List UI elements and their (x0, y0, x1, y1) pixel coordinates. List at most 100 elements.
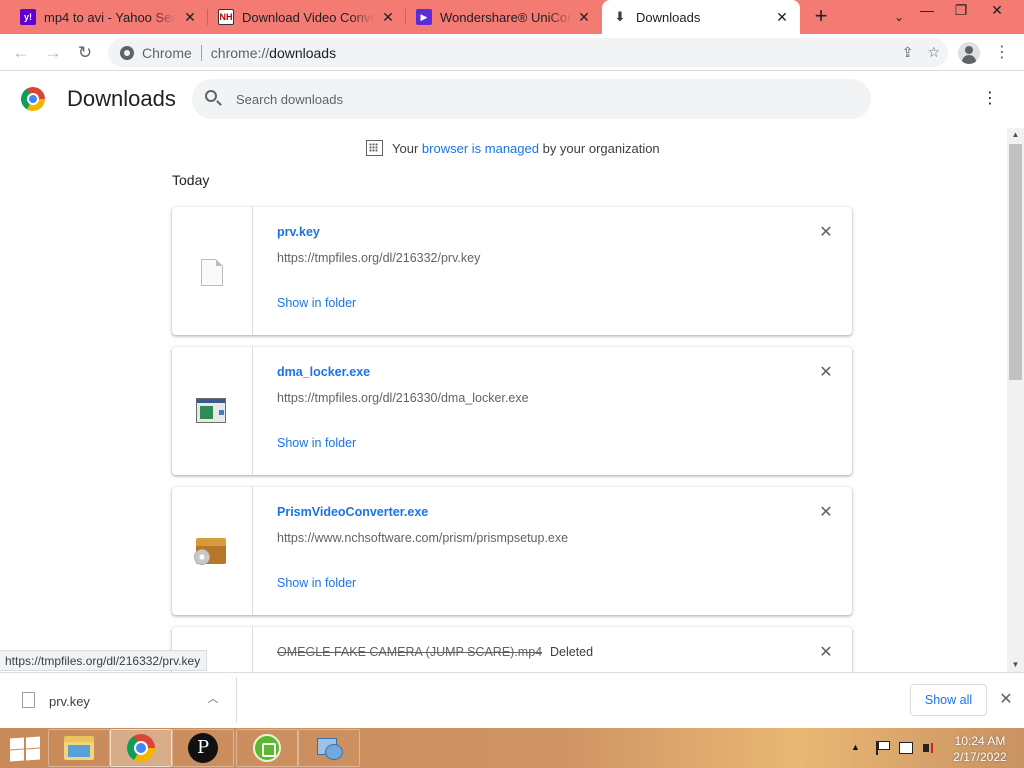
building-icon (366, 140, 383, 156)
omnibox-chip-label: Chrome (142, 44, 192, 61)
folder-icon (64, 736, 94, 760)
minimize-button[interactable]: — (910, 0, 944, 22)
chrome-logo-icon (21, 87, 45, 111)
browser-menu-icon[interactable]: ⋮ (992, 40, 1012, 66)
managed-notice: Your browser is managed by your organiza… (366, 140, 660, 156)
tab-title: Wondershare® UniConverter (440, 9, 572, 25)
managed-text-before: Your (392, 140, 419, 156)
exe-window-icon (196, 398, 226, 423)
file-name-link[interactable]: dma_locker.exe (277, 365, 370, 379)
file-source-url[interactable]: https://tmpfiles.org/dl/216332/prv.key (277, 251, 480, 265)
tab-yahoo-search[interactable]: y! mp4 to avi - Yahoo Search Results ✕ (10, 0, 208, 34)
download-item: dma_locker.exe https://tmpfiles.org/dl/2… (172, 347, 852, 475)
show-in-folder-link[interactable]: Show in folder (277, 436, 356, 450)
download-icon: ⬇ (614, 9, 626, 24)
taskbar-file-explorer[interactable] (48, 729, 110, 767)
yahoo-favicon-icon: y! (20, 9, 36, 25)
tab-title: Download Video Converter (242, 9, 374, 25)
close-window-button[interactable]: ✕ (980, 0, 1014, 22)
show-in-folder-link[interactable]: Show in folder (277, 576, 356, 590)
deleted-file-name: OMEGLE FAKE CAMERA (JUMP SCARE).mp4 (277, 645, 543, 659)
tab-strip: y! mp4 to avi - Yahoo Search Results ✕ N… (0, 0, 1024, 34)
taskbar-network-app[interactable] (298, 729, 360, 767)
page-scrollbar[interactable]: ▲ ▼ (1007, 128, 1024, 672)
wondershare-favicon-icon: ▶ (416, 9, 432, 25)
tab-search-chevron-icon[interactable]: ⌄ (888, 6, 910, 28)
tab-close-icon[interactable]: ✕ (182, 9, 198, 25)
clock-time: 10:24 AM (954, 734, 1006, 748)
download-item: PrismVideoConverter.exe https://www.nchs… (172, 487, 852, 615)
download-status: Deleted (550, 645, 594, 659)
shelf-file-name[interactable]: prv.key (49, 694, 90, 709)
show-hidden-icons-arrow-icon[interactable]: ▲ (851, 742, 860, 752)
url-scheme: chrome:// (210, 44, 270, 61)
file-icon-column (172, 487, 253, 615)
network-app-icon (315, 735, 343, 761)
file-name-link[interactable]: prv.key (277, 225, 320, 239)
forward-button[interactable]: → (40, 40, 66, 66)
remove-item-close-icon[interactable]: ✕ (816, 503, 836, 523)
scroll-thumb[interactable] (1009, 144, 1022, 380)
chrome-page-icon (120, 45, 134, 60)
start-button-windows-icon[interactable] (8, 736, 40, 762)
date-section-heading: Today (172, 172, 210, 188)
managed-text-after: by your organization (542, 140, 660, 156)
tab-wondershare[interactable]: ▶ Wondershare® UniConverter ✕ (406, 0, 602, 34)
nch-favicon-icon: NH (218, 9, 234, 25)
close-shelf-icon[interactable]: ✕ (996, 690, 1016, 710)
omnibox-url[interactable]: chrome://downloads (211, 45, 336, 61)
tab-close-icon[interactable]: ✕ (380, 9, 396, 25)
tab-title: Downloads (636, 9, 701, 25)
restore-button[interactable]: ❐ (944, 0, 978, 22)
system-clock[interactable]: 10:24 AM 2/17/2022 (950, 733, 1010, 765)
browser-toolbar: ← → ↻ Chrome chrome://downloads ⇪ ☆ ⋮ (0, 34, 1024, 71)
scroll-up-arrow-icon[interactable]: ▲ (1007, 128, 1024, 142)
chevron-up-icon[interactable]: ︿ (204, 690, 222, 708)
tab-close-icon[interactable]: ✕ (576, 9, 592, 25)
link-status-tooltip: https://tmpfiles.org/dl/216332/prv.key (0, 650, 208, 671)
bookmark-star-icon[interactable]: ☆ (927, 44, 940, 61)
remove-item-close-icon[interactable]: ✕ (816, 223, 836, 243)
taskbar-prism[interactable]: P (172, 729, 234, 767)
volume-muted-icon[interactable] (922, 740, 938, 756)
taskbar-green-app[interactable] (236, 729, 298, 767)
url-path: downloads (269, 44, 337, 61)
address-bar[interactable]: Chrome chrome://downloads ⇪ ☆ (108, 38, 948, 67)
remove-item-close-icon[interactable]: ✕ (816, 363, 836, 383)
file-icon (22, 692, 35, 708)
downloads-page: Downloads ⋮ Your browser is managed by y… (0, 72, 1024, 672)
share-icon[interactable]: ⇪ (902, 44, 914, 61)
shelf-divider (236, 677, 237, 723)
file-source-url[interactable]: https://tmpfiles.org/dl/216330/dma_locke… (277, 391, 529, 405)
download-shelf: prv.key ︿ Show all ✕ (0, 672, 1024, 728)
show-in-folder-link[interactable]: Show in folder (277, 296, 356, 310)
tab-downloads[interactable]: ⬇ Downloads ✕ (602, 0, 800, 34)
file-name-link[interactable]: PrismVideoConverter.exe (277, 505, 428, 519)
document-icon (201, 259, 223, 286)
file-icon-column (172, 207, 253, 335)
network-status-icon[interactable] (898, 740, 914, 756)
green-app-icon (253, 734, 281, 762)
scroll-down-arrow-icon[interactable]: ▼ (1007, 658, 1024, 672)
tab-close-icon[interactable]: ✕ (774, 9, 790, 25)
taskbar-chrome[interactable] (110, 729, 172, 767)
show-all-button[interactable]: Show all (910, 684, 987, 716)
managed-link[interactable]: browser is managed (422, 141, 539, 156)
action-center-flag-icon[interactable] (874, 740, 890, 756)
back-button[interactable]: ← (8, 40, 34, 66)
tab-title: mp4 to avi - Yahoo Search Results (44, 9, 176, 25)
reload-button[interactable]: ↻ (72, 40, 98, 66)
search-input[interactable] (236, 89, 836, 109)
profile-avatar-icon[interactable] (958, 42, 980, 64)
remove-item-close-icon[interactable]: ✕ (816, 643, 836, 663)
page-title: Downloads (67, 86, 176, 111)
page-menu-icon[interactable]: ⋮ (980, 85, 1000, 113)
chrome-icon (127, 734, 155, 762)
tab-nch-download[interactable]: NH Download Video Converter ✕ (208, 0, 406, 34)
installer-box-icon (194, 538, 226, 565)
windows-taskbar: P ▲ 10:24 AM 2/17/2022 (0, 728, 1024, 768)
search-box[interactable] (192, 79, 871, 119)
file-source-url[interactable]: https://www.nchsoftware.com/prism/prismp… (277, 531, 568, 545)
file-icon-column (172, 347, 253, 475)
new-tab-button[interactable]: + (808, 4, 834, 30)
